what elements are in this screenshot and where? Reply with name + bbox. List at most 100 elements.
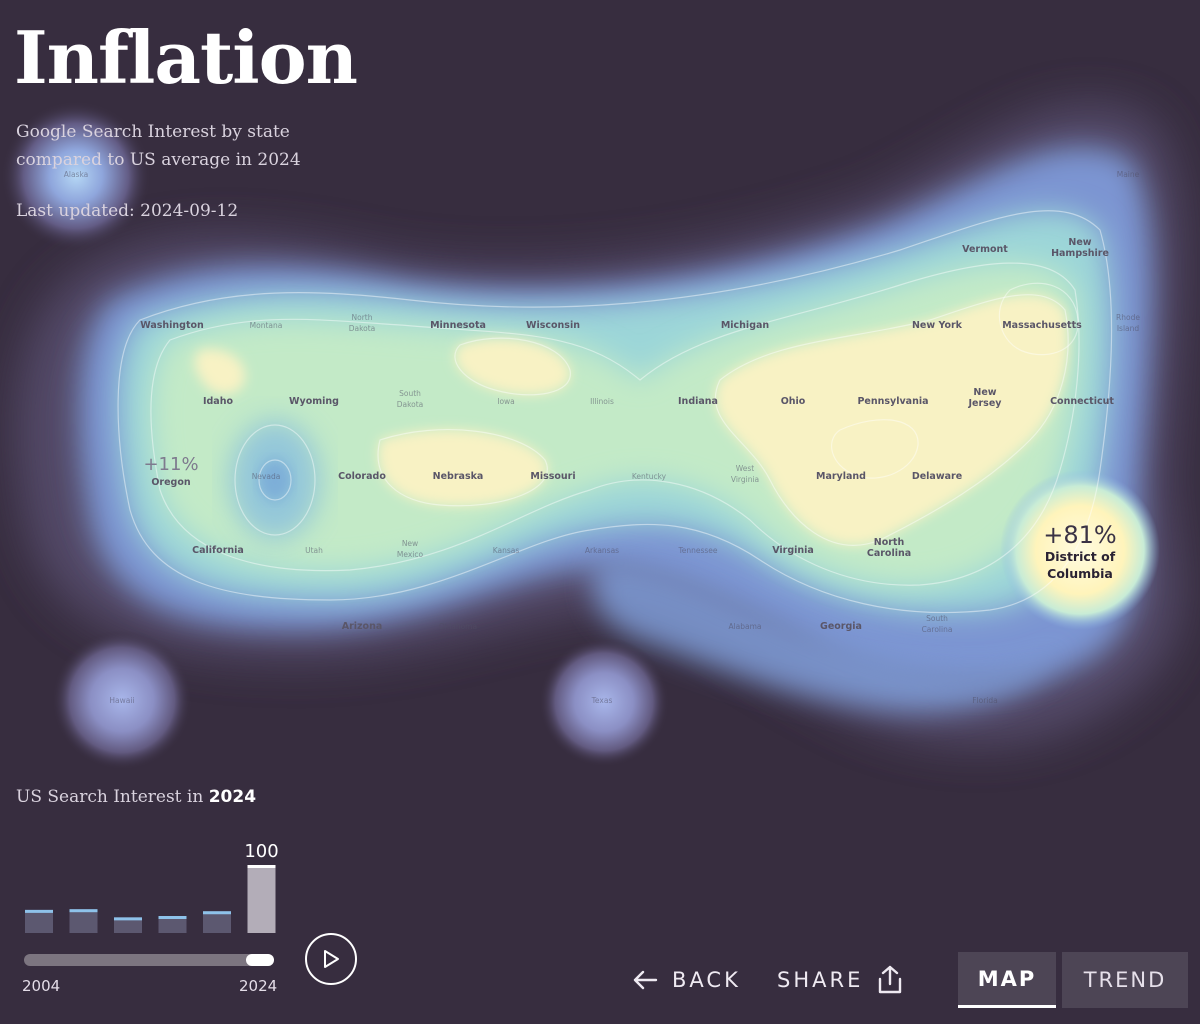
last-updated: Last updated: 2024-09-12	[16, 201, 239, 221]
state-name: Carolina	[867, 548, 911, 559]
state-label-nebraska[interactable]: Nebraska	[433, 471, 484, 482]
state-name: Nevada	[252, 472, 281, 481]
interest-label-year: 2024	[208, 787, 257, 807]
state-value: +11%	[143, 454, 198, 475]
state-name: Colorado	[338, 471, 386, 482]
state-name: Dakota	[349, 324, 376, 333]
tab-map[interactable]: MAP	[958, 952, 1056, 1008]
state-label-pennsylvania[interactable]: Pennsylvania	[857, 396, 928, 407]
state-label-illinois[interactable]: Illinois	[590, 397, 614, 406]
state-label-delaware[interactable]: Delaware	[912, 471, 962, 482]
interest-label: US Search Interest in 2024	[16, 787, 256, 807]
state-name: Montana	[250, 321, 283, 330]
page-title: Inflation	[14, 15, 358, 100]
state-label-iowa[interactable]: Iowa	[497, 397, 515, 406]
state-name: Virginia	[731, 475, 759, 484]
state-name: California	[192, 545, 244, 556]
state-label-utah[interactable]: Utah	[305, 546, 323, 555]
state-name: Mexico	[397, 550, 424, 559]
state-name: Illinois	[590, 397, 614, 406]
year-bar[interactable]	[247, 865, 276, 933]
state-label-ohio[interactable]: Ohio	[781, 396, 806, 407]
share-button[interactable]: SHARE	[777, 960, 903, 1000]
state-name: Arkansas	[585, 546, 619, 555]
arrow-left-icon	[633, 970, 658, 990]
share-label: SHARE	[777, 968, 864, 992]
year-bar-cap	[203, 911, 231, 915]
state-name: Texas	[591, 696, 613, 705]
state-name: Dakota	[397, 400, 424, 409]
state-label-michigan[interactable]: Michigan	[721, 320, 770, 331]
state-name: Virginia	[772, 545, 814, 556]
state-name: Connecticut	[1050, 396, 1114, 407]
state-name: Georgia	[820, 621, 862, 632]
state-label-oregon[interactable]: Oregon +11%	[143, 454, 198, 488]
state-name: New	[402, 539, 418, 548]
state-label-oklahoma[interactable]: Oklahoma	[439, 622, 477, 631]
state-label-alabama[interactable]: Alabama	[728, 622, 761, 631]
state-name: Carolina	[922, 625, 953, 634]
play-icon	[324, 950, 339, 968]
state-name: Delaware	[912, 471, 962, 482]
year-bar-value-label: 100	[244, 841, 278, 862]
state-label-florida[interactable]: Florida	[972, 696, 998, 705]
state-name: Rhode	[1116, 313, 1140, 322]
timeline-slider[interactable]	[24, 954, 274, 966]
state-name: Jersey	[968, 398, 1003, 409]
state-label-arkansas[interactable]: Arkansas	[585, 546, 619, 555]
state-label-washington[interactable]: Washington	[140, 320, 204, 331]
state-label-maine[interactable]: Maine	[1117, 170, 1140, 179]
state-label-kentucky[interactable]: Kentucky	[632, 472, 667, 481]
state-name: North	[352, 313, 373, 322]
state-label-kansas[interactable]: Kansas	[493, 546, 520, 555]
state-name: Maryland	[816, 471, 866, 482]
year-bar-cap	[25, 909, 53, 913]
state-label-district-of-columbia[interactable]: District of Columbia +81%	[1043, 521, 1116, 581]
state-label-connecticut[interactable]: Connecticut	[1050, 396, 1114, 407]
state-label-maryland[interactable]: Maryland	[816, 471, 866, 482]
timeline-handle[interactable]	[246, 954, 274, 966]
state-label-hawaii[interactable]: Hawaii	[109, 696, 134, 705]
state-name: Oklahoma	[439, 622, 477, 631]
state-name: West	[736, 464, 754, 473]
state-label-missouri[interactable]: Missouri	[530, 471, 575, 482]
state-label-new-york[interactable]: New York	[912, 320, 963, 331]
state-name: Maine	[1117, 170, 1140, 179]
state-name: Wisconsin	[526, 320, 580, 331]
state-name: Arizona	[342, 621, 383, 632]
year-bar-cap	[69, 909, 98, 913]
play-button[interactable]	[305, 933, 357, 985]
state-label-wyoming[interactable]: Wyoming	[289, 396, 339, 407]
state-name: Kansas	[493, 546, 520, 555]
state-label-tennessee[interactable]: Tennessee	[677, 546, 717, 555]
state-label-wisconsin[interactable]: Wisconsin	[526, 320, 580, 331]
state-label-virginia[interactable]: Virginia	[772, 545, 814, 556]
state-name: District of	[1045, 549, 1116, 564]
state-name: Tennessee	[677, 546, 717, 555]
state-label-minnesota[interactable]: Minnesota	[430, 320, 486, 331]
year-bar[interactable]	[203, 911, 231, 933]
back-button[interactable]: BACK	[632, 960, 741, 1000]
tab-trend[interactable]: TREND	[1062, 952, 1188, 1008]
state-name: Nebraska	[433, 471, 484, 482]
state-name: Missouri	[530, 471, 575, 482]
state-label-massachusetts[interactable]: Massachusetts	[1002, 320, 1082, 331]
state-label-georgia[interactable]: Georgia	[820, 621, 862, 632]
year-bar[interactable]	[25, 909, 53, 933]
state-name: New	[1068, 237, 1091, 248]
year-bar[interactable]	[69, 909, 98, 933]
state-name: Michigan	[721, 320, 770, 331]
state-label-vermont[interactable]: Vermont	[962, 244, 1008, 255]
state-label-california[interactable]: California	[192, 545, 244, 556]
state-name: Alabama	[728, 622, 761, 631]
state-label-indiana[interactable]: Indiana	[678, 396, 718, 407]
state-value: +81%	[1043, 521, 1116, 549]
state-name: Idaho	[203, 396, 234, 407]
state-label-texas[interactable]: Texas	[591, 696, 613, 705]
state-label-arizona[interactable]: Arizona	[342, 621, 383, 632]
state-label-colorado[interactable]: Colorado	[338, 471, 386, 482]
state-label-nevada[interactable]: Nevada	[252, 472, 281, 481]
state-name: Oregon	[151, 477, 191, 488]
state-label-montana[interactable]: Montana	[250, 321, 283, 330]
state-label-idaho[interactable]: Idaho	[203, 396, 234, 407]
